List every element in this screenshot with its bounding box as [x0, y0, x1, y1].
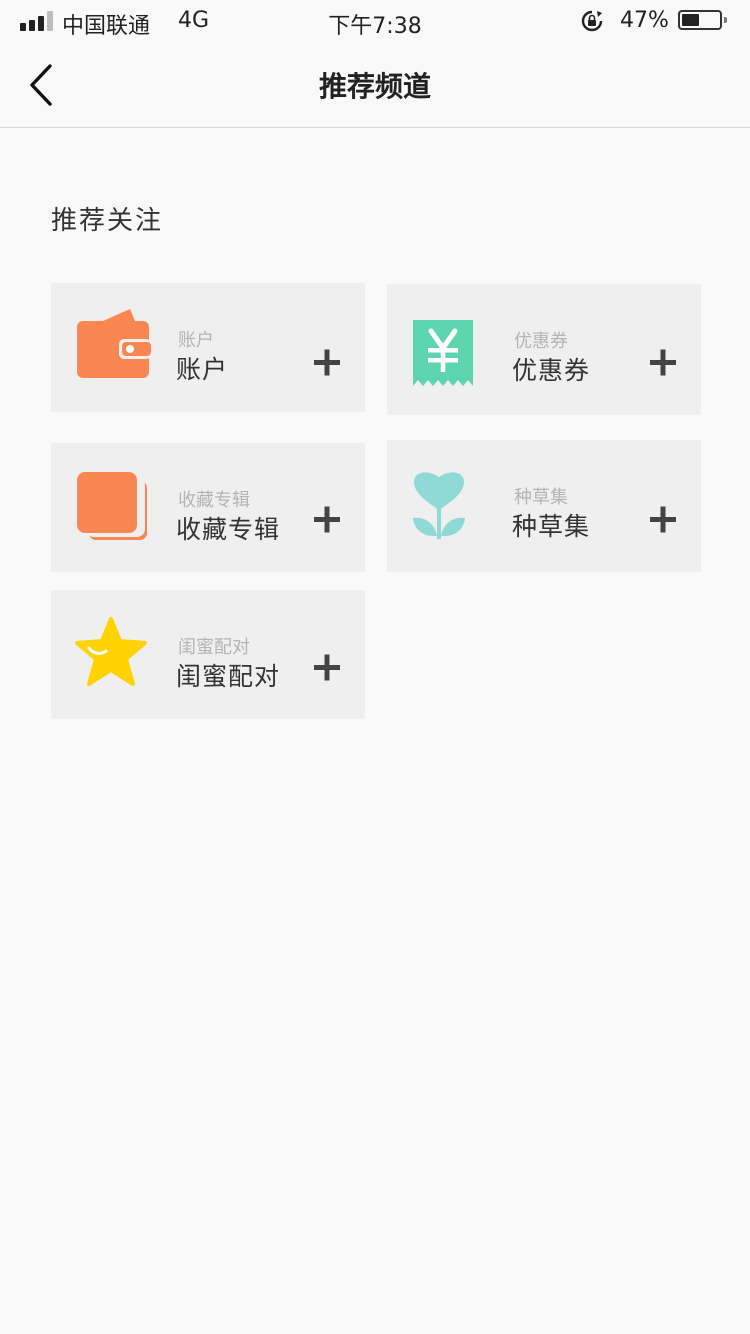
add-button[interactable] [645, 500, 685, 540]
plant-icon [413, 472, 465, 539]
add-button[interactable] [645, 344, 685, 384]
page-title: 推荐频道 [318, 70, 431, 103]
star-icon [75, 617, 147, 686]
wallet-icon [77, 309, 151, 378]
card-subtitle: 账户 [178, 330, 214, 351]
channel-card-coupon[interactable]: 优惠券 优惠券 [387, 284, 701, 415]
battery-icon [678, 10, 727, 30]
rotation-lock-icon [581, 10, 603, 32]
card-title: 优惠券 [512, 356, 591, 385]
channel-card-bestie-match[interactable]: 闺蜜配对 闺蜜配对 [51, 590, 365, 719]
coupon-icon [413, 320, 473, 386]
navigation-bar: 推荐频道 [0, 42, 750, 128]
channel-card-recommendations[interactable]: 种草集 种草集 [387, 440, 701, 572]
status-bar: 中国联通 4G 下午7:38 47% [0, 0, 750, 42]
channel-card-collected-albums[interactable]: 收藏专辑 收藏专辑 [51, 443, 365, 572]
battery-percentage: 47% [620, 8, 669, 33]
card-title: 收藏专辑 [176, 515, 281, 544]
add-button[interactable] [309, 650, 349, 690]
channel-card-account[interactable]: 账户 账户 [51, 283, 365, 412]
card-title: 种草集 [512, 512, 591, 541]
card-subtitle: 闺蜜配对 [178, 637, 250, 658]
card-subtitle: 收藏专辑 [178, 490, 250, 511]
add-button[interactable] [309, 343, 349, 383]
card-title: 闺蜜配对 [176, 662, 281, 691]
card-title: 账户 [176, 355, 229, 384]
card-subtitle: 种草集 [514, 487, 568, 508]
add-button[interactable] [309, 503, 349, 543]
album-icon [77, 472, 147, 540]
battery-level [682, 14, 699, 26]
card-subtitle: 优惠券 [514, 331, 568, 352]
section-title: 推荐关注 [51, 206, 164, 236]
